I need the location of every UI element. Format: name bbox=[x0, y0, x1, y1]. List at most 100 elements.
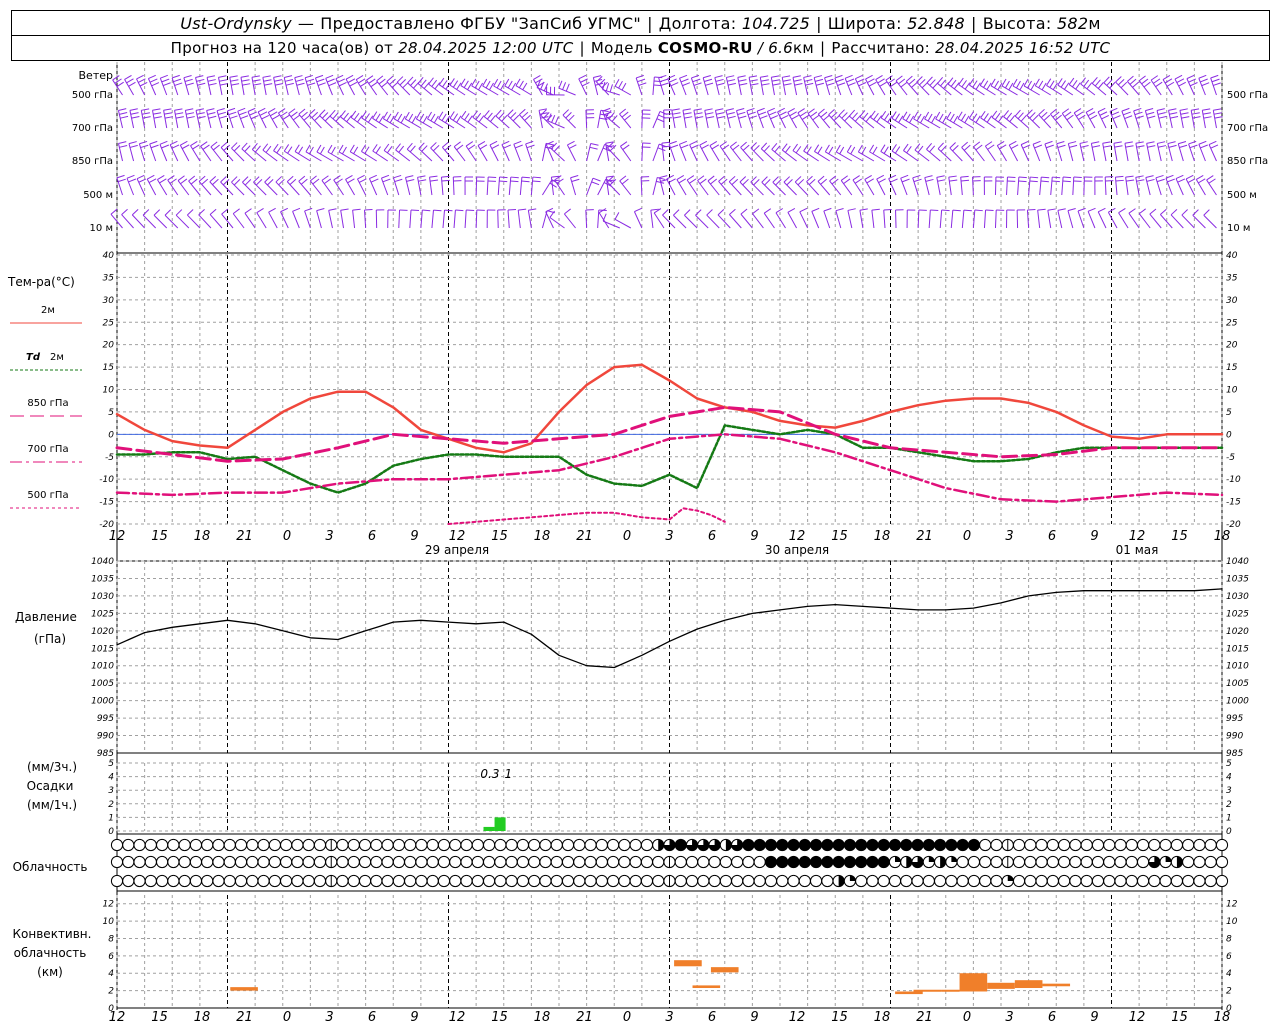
wind-barb-flag bbox=[1056, 140, 1065, 145]
wind-barb bbox=[486, 209, 496, 229]
wind-barb-staff bbox=[200, 145, 212, 162]
time-tick-label: 18 bbox=[194, 529, 211, 544]
wind-barb-staff bbox=[1017, 177, 1020, 196]
wind-barb bbox=[772, 176, 786, 196]
wind-barb-flag bbox=[501, 140, 510, 146]
wind-barb bbox=[891, 144, 908, 162]
wind-barb-flag bbox=[338, 144, 344, 153]
wind-barb-flag bbox=[916, 76, 923, 83]
cloud-cell bbox=[1080, 855, 1093, 869]
wind-barb-flag bbox=[1158, 115, 1167, 119]
cloud-circle bbox=[1080, 855, 1093, 869]
wind-barb bbox=[585, 109, 595, 129]
cloud-circle bbox=[967, 838, 981, 852]
cloud-cell bbox=[855, 855, 868, 869]
wind-barb-flag bbox=[836, 78, 844, 83]
wind-barb bbox=[406, 142, 422, 162]
cloud-cell bbox=[945, 838, 958, 852]
time-tick-label: 6 bbox=[1048, 529, 1056, 544]
wind-barb-flag bbox=[913, 111, 919, 120]
wind-barb-flag bbox=[521, 111, 529, 118]
cloud-cell bbox=[528, 874, 541, 888]
cloud-cell bbox=[888, 874, 902, 888]
wind-barb bbox=[428, 77, 444, 96]
wind-barb bbox=[1181, 209, 1195, 229]
wind-barb-flag bbox=[1177, 178, 1186, 183]
wind-barb-flag bbox=[507, 80, 513, 89]
wind-barb-flag bbox=[884, 113, 890, 121]
wind-barb-staff bbox=[129, 110, 135, 129]
wind-barb-flag bbox=[485, 80, 491, 89]
time-tick-label: 3 bbox=[325, 529, 333, 544]
convective-bar bbox=[692, 985, 721, 989]
wind-barb-flag bbox=[394, 178, 403, 183]
cloud-cell bbox=[561, 874, 575, 888]
wind-barb-staff bbox=[1047, 210, 1052, 229]
wind-barb-flag bbox=[953, 82, 960, 90]
wind-level-label: 500 гПа bbox=[1227, 90, 1268, 101]
temp-tick-label: 40 bbox=[1226, 251, 1238, 261]
wind-barb-staff bbox=[650, 210, 654, 229]
wind-barb-staff bbox=[1203, 214, 1217, 229]
pressure-panel-title: Давление bbox=[15, 610, 77, 624]
cloud-cell bbox=[246, 855, 259, 869]
cloud-circle bbox=[787, 855, 800, 869]
wind-barb-flag bbox=[1076, 111, 1084, 117]
cloud-circle bbox=[1046, 855, 1059, 869]
wind-barb-flag bbox=[684, 209, 691, 216]
wind-barb bbox=[924, 175, 934, 196]
wind-barb-flag bbox=[780, 114, 789, 120]
wind-barb bbox=[146, 174, 157, 196]
wind-barb-flag bbox=[355, 75, 364, 81]
wind-barb-flag bbox=[180, 140, 188, 146]
wind-barb bbox=[519, 176, 530, 196]
wind-barb-flag bbox=[136, 174, 145, 180]
cloud-circle bbox=[1114, 874, 1127, 888]
cloud-circle bbox=[133, 855, 146, 869]
wind-barb-flag bbox=[1175, 174, 1184, 180]
wind-barb bbox=[131, 209, 145, 229]
wind-barb-staff bbox=[486, 176, 489, 196]
wind-barb-flag bbox=[347, 78, 356, 84]
cloud-cell bbox=[753, 838, 766, 852]
wind-barb-staff bbox=[717, 214, 731, 229]
cloud-cell bbox=[528, 838, 541, 852]
wind-barb bbox=[1190, 108, 1201, 129]
cloud-circle bbox=[753, 855, 766, 869]
wind-barb-staff bbox=[206, 77, 212, 96]
wind-barb-staff bbox=[1068, 84, 1085, 96]
cloud-cell bbox=[764, 838, 778, 852]
cloud-cell bbox=[922, 855, 935, 869]
wind-barb bbox=[340, 110, 355, 129]
wind-barb bbox=[206, 108, 217, 129]
wind-barb-flag bbox=[763, 208, 772, 214]
cloud-cell bbox=[1125, 874, 1138, 888]
wind-barb-staff bbox=[729, 214, 742, 229]
cloud-cell bbox=[404, 838, 417, 852]
wind-barb-flag bbox=[429, 179, 439, 182]
wind-barb-flag bbox=[186, 116, 195, 119]
wind-barb-flag bbox=[280, 111, 288, 117]
wind-barb-flag bbox=[864, 174, 872, 180]
wind-barb bbox=[175, 209, 190, 229]
temp-tick-label: -15 bbox=[1226, 498, 1241, 508]
wind-barb bbox=[187, 209, 201, 229]
wind-barb-flag bbox=[167, 175, 175, 181]
wind-barb-flag bbox=[359, 178, 367, 183]
convective-tick-label: 4 bbox=[108, 969, 114, 979]
cloud-circle bbox=[809, 874, 823, 888]
wind-barb bbox=[607, 142, 621, 162]
cloud-circle bbox=[1091, 855, 1105, 869]
wind-barb bbox=[1046, 78, 1063, 96]
wind-barb bbox=[547, 113, 565, 129]
precip-tick-label: 5 bbox=[108, 759, 114, 769]
wind-barb-staff bbox=[794, 181, 808, 196]
wind-barb-staff bbox=[174, 110, 179, 129]
cloud-cell bbox=[1148, 855, 1161, 869]
cloud-circle bbox=[302, 874, 315, 888]
cloud-circle bbox=[945, 838, 958, 852]
wind-barb-flag bbox=[905, 113, 911, 121]
wind-barb-staff bbox=[229, 77, 234, 96]
wind-barb-staff bbox=[278, 112, 289, 129]
wind-barb bbox=[140, 108, 151, 129]
